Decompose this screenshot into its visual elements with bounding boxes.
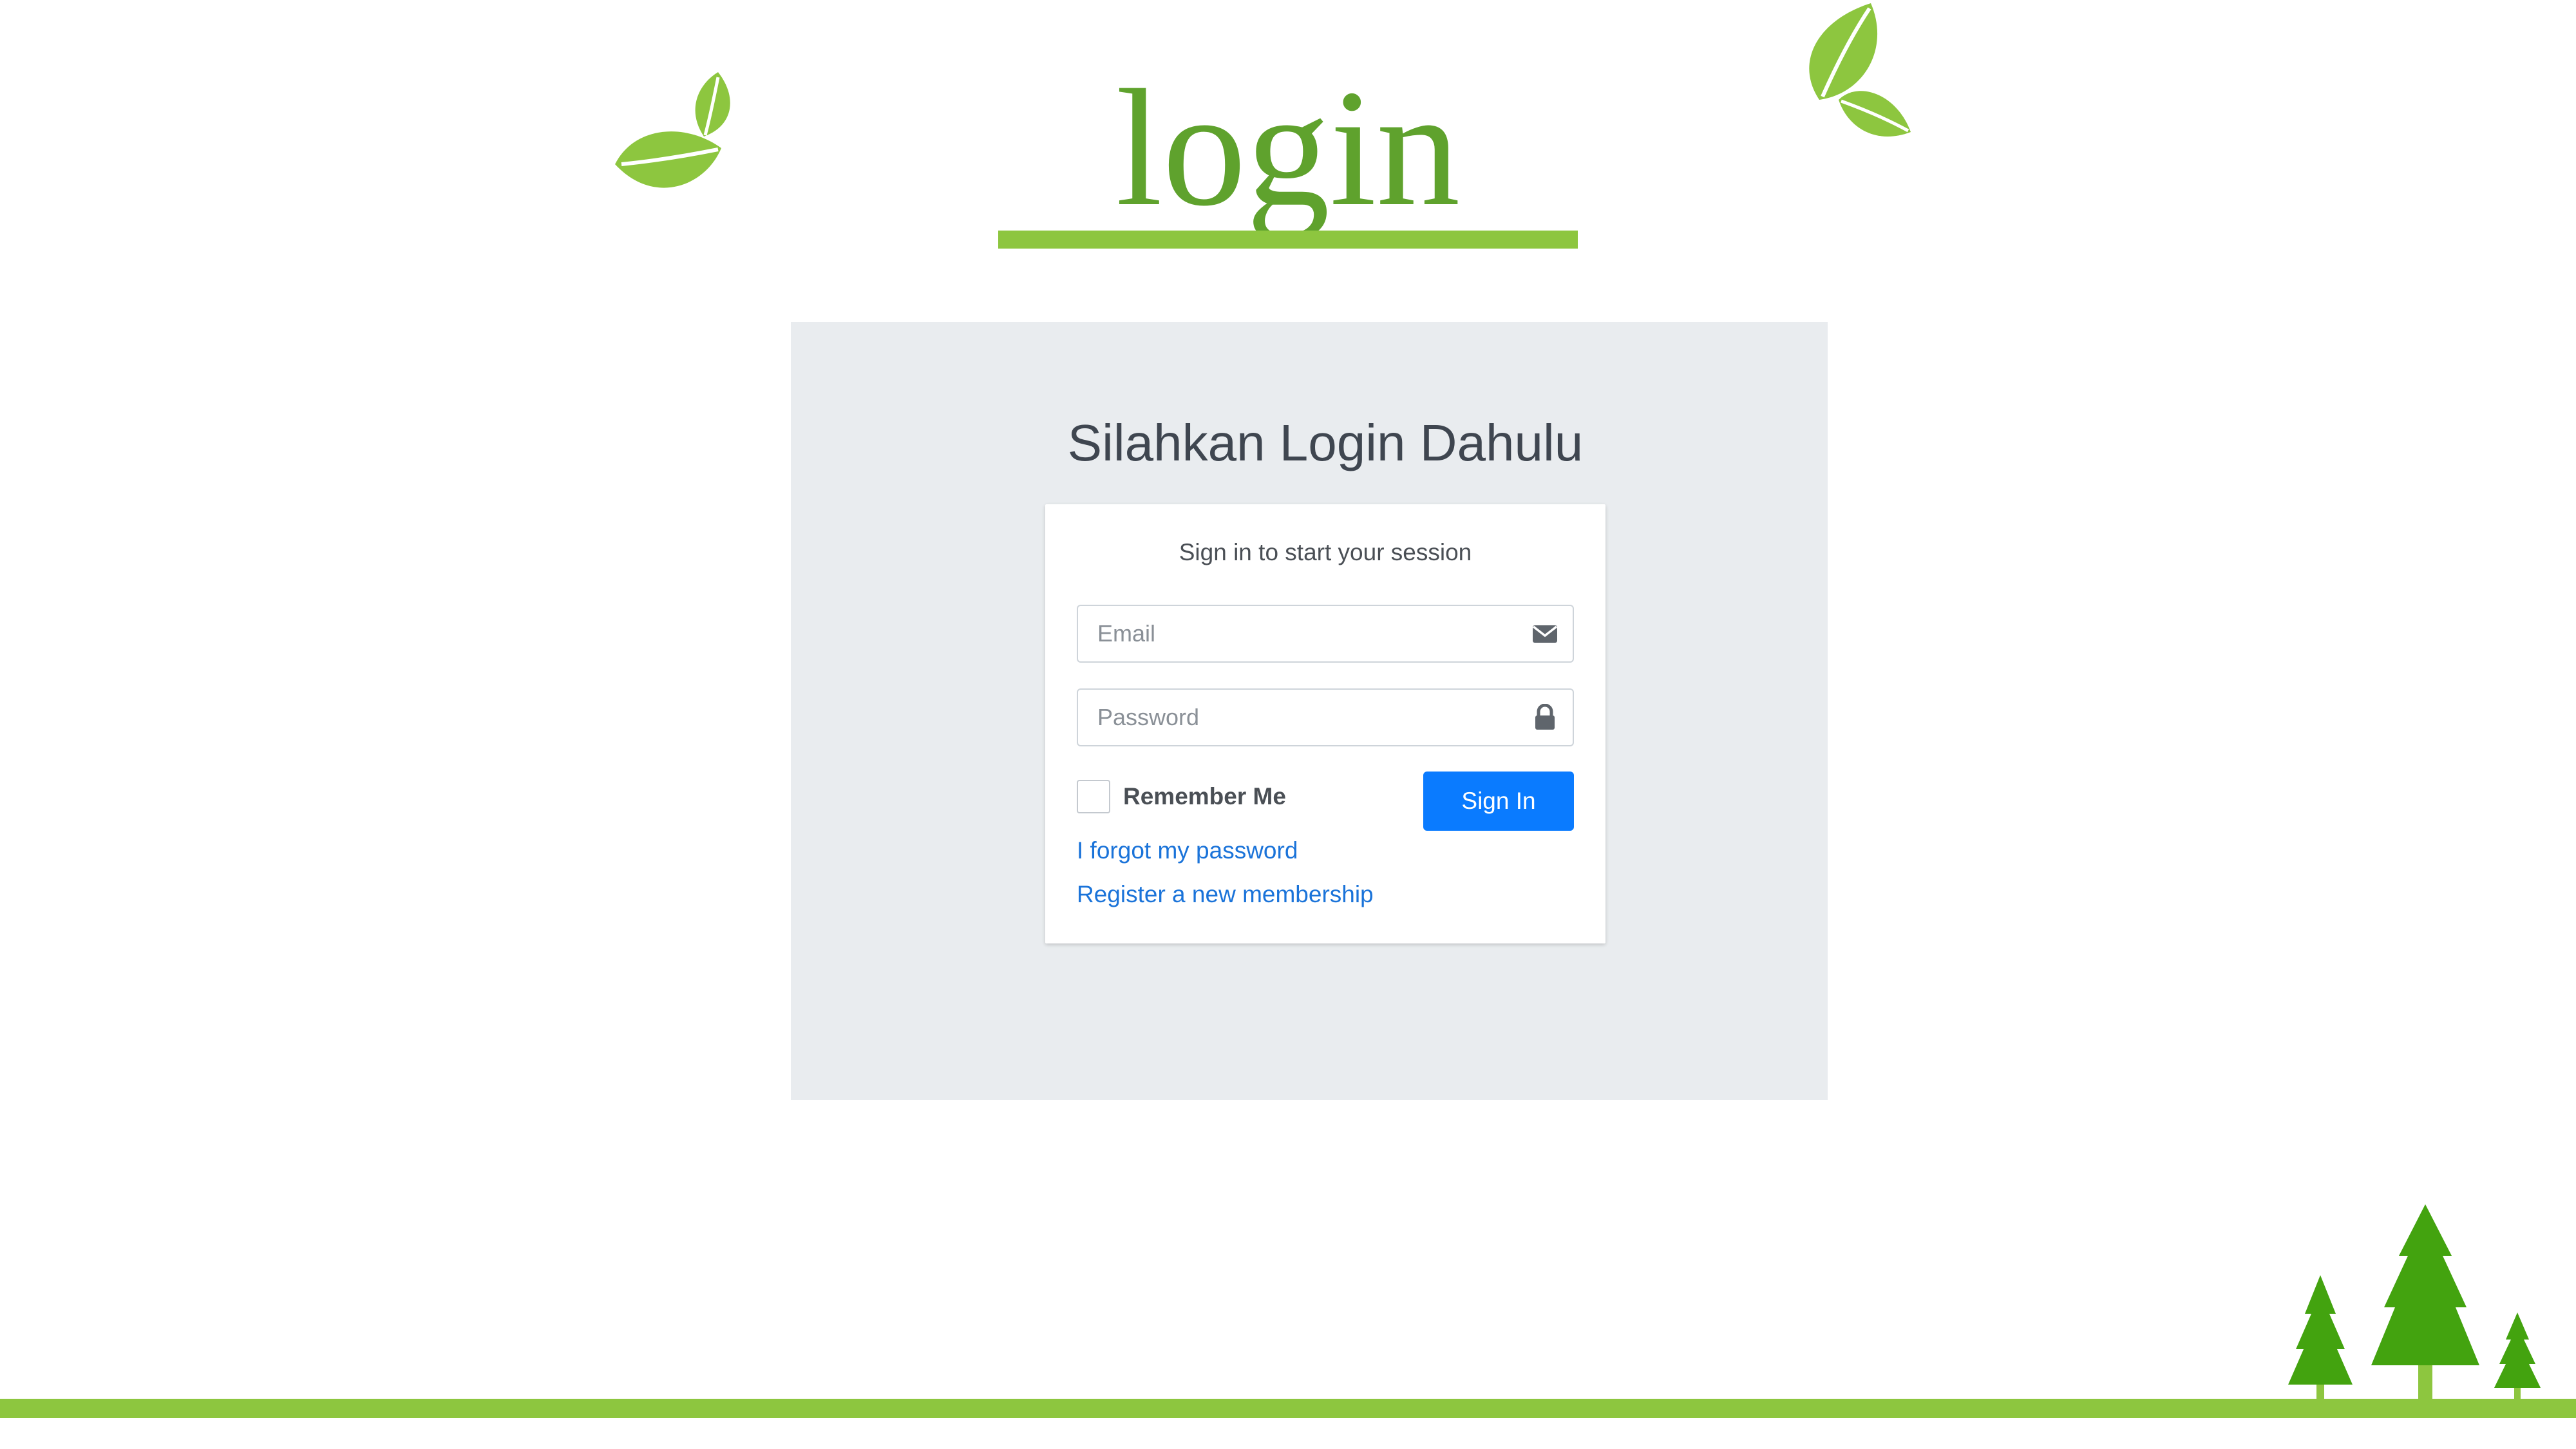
login-card: Sign in to start your session Remember M… [1045, 504, 1605, 943]
password-input[interactable] [1078, 690, 1522, 745]
remember-me-label[interactable]: Remember Me [1123, 780, 1286, 813]
login-box-message: Sign in to start your session [1179, 539, 1472, 565]
sign-in-button[interactable]: Sign In [1423, 772, 1574, 831]
login-page: login Silahkan Login Dahulu Sign in to s… [0, 0, 2576, 1449]
panel-heading: Silahkan Login Dahulu [1067, 414, 1584, 471]
pine-trees-icon [2288, 1204, 2541, 1405]
email-field [1077, 605, 1574, 663]
title-underline [998, 231, 1578, 249]
register-link[interactable]: Register a new membership [1077, 876, 1374, 913]
ground-strip [0, 1399, 2576, 1418]
envelope-icon [1532, 625, 1558, 643]
page-title: login [1115, 55, 1461, 241]
lock-icon [1535, 704, 1555, 730]
forgot-password-link[interactable]: I forgot my password [1077, 833, 1298, 869]
email-input[interactable] [1078, 606, 1522, 661]
remember-me-checkbox[interactable] [1077, 780, 1110, 813]
leaf-cluster-right-icon [1809, 3, 1911, 137]
leaf-cluster-left-icon [615, 72, 730, 188]
password-field [1077, 688, 1574, 746]
